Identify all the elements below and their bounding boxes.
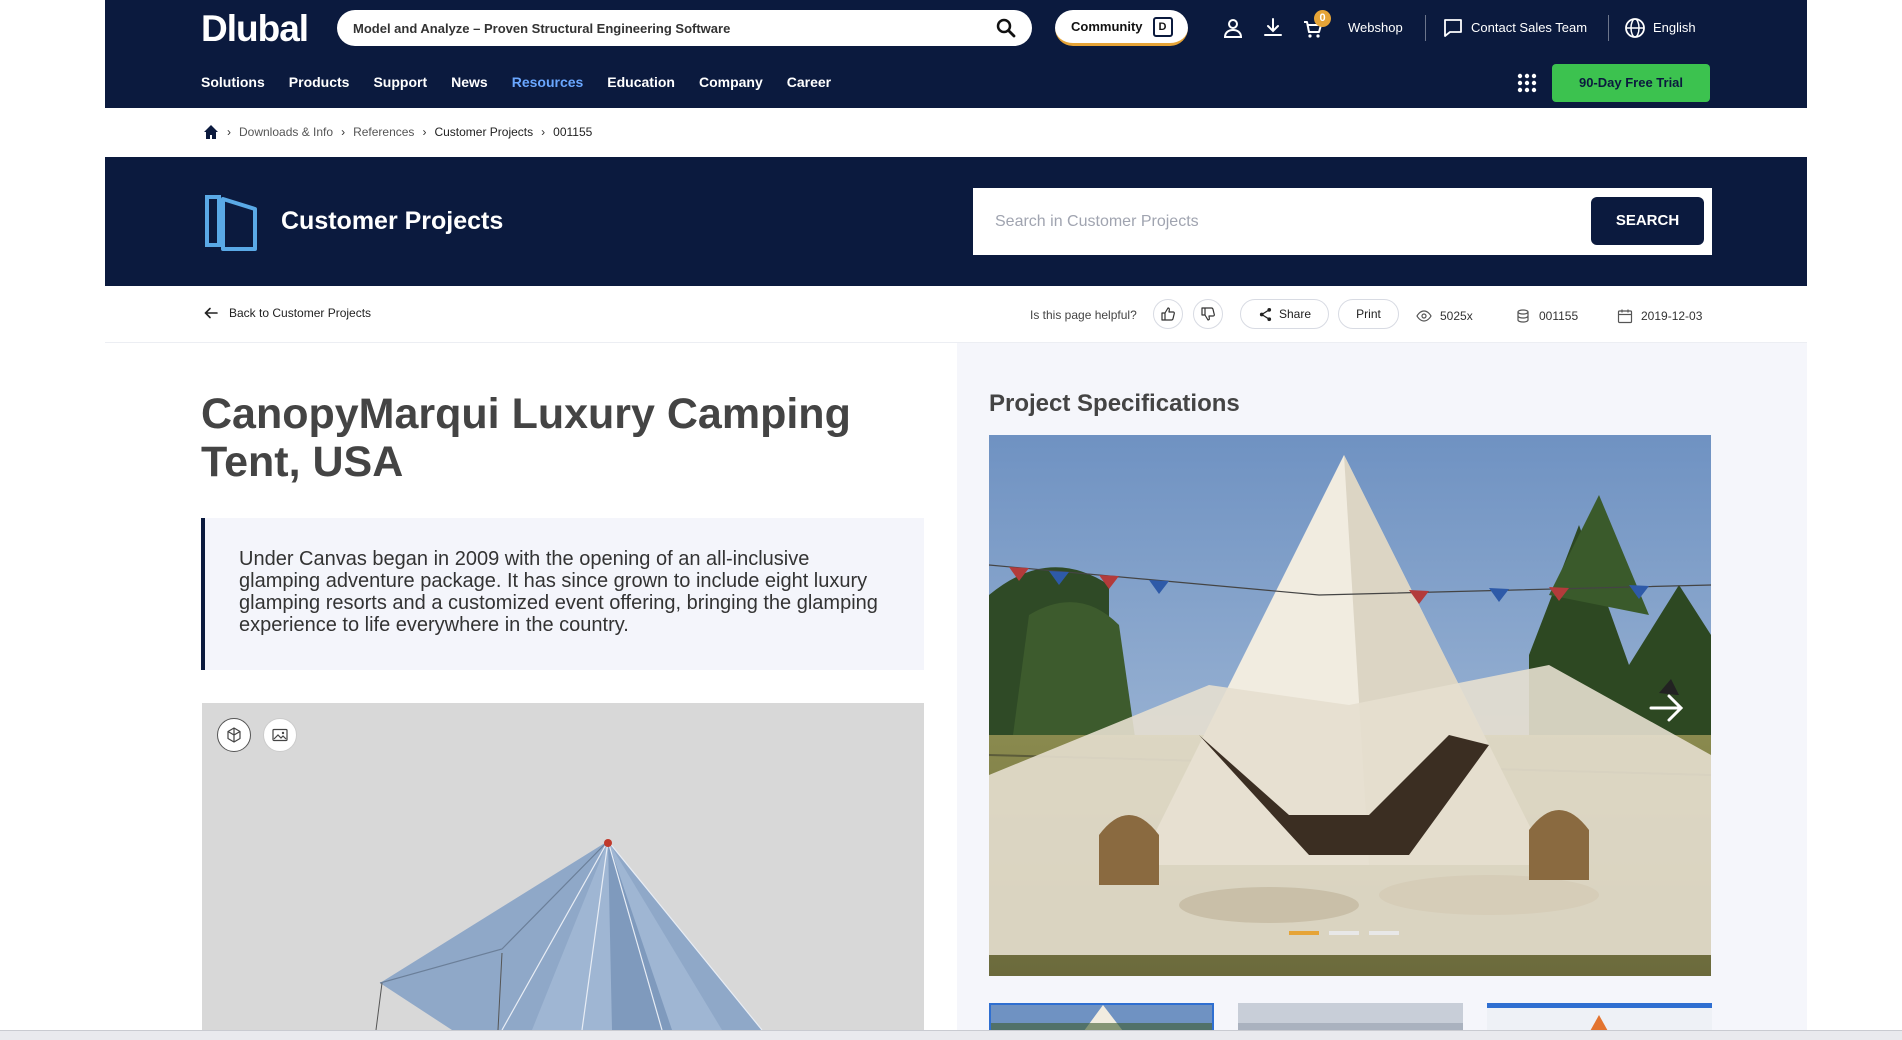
share-label: Share: [1278, 307, 1312, 321]
arrow-left-icon: [204, 307, 218, 319]
publish-date: 2019-12-03: [1617, 308, 1702, 324]
project-search: SEARCH: [973, 188, 1712, 255]
view-count-value: 5025x: [1440, 309, 1473, 323]
chevron-right-icon: ›: [227, 125, 231, 139]
photo-thumbnails: [989, 1003, 1712, 1033]
top-header: Dlubal Community D 0 Webshop Contact Sal…: [105, 0, 1807, 108]
database-icon: [1517, 309, 1529, 323]
thumbnail-image: [1487, 1003, 1712, 1033]
breadcrumb-references[interactable]: References: [353, 125, 414, 139]
thumbnail-3[interactable]: [1487, 1003, 1712, 1033]
browser-taskbar-edge: [0, 1030, 1902, 1040]
thumbnail-image: [1238, 1003, 1463, 1033]
nav-item-resources[interactable]: Resources: [512, 74, 584, 90]
logo[interactable]: Dlubal: [201, 8, 309, 50]
helpful-label: Is this page helpful?: [1030, 308, 1137, 322]
view-count: 5025x: [1416, 308, 1473, 324]
thumbs-down-button[interactable]: [1193, 299, 1223, 329]
chevron-right-icon: ›: [541, 125, 546, 139]
free-trial-button[interactable]: 90-Day Free Trial: [1552, 64, 1710, 102]
share-icon: [1259, 307, 1272, 321]
thumbnail-1[interactable]: [989, 1003, 1214, 1033]
nav-item-news[interactable]: News: [451, 74, 488, 90]
share-button[interactable]: Share: [1240, 299, 1329, 329]
specs-title: Project Specifications: [989, 390, 1240, 417]
thumbnail-image: [991, 1005, 1212, 1033]
page-toolbar: Back to Customer Projects Is this page h…: [105, 286, 1807, 343]
nav-item-solutions[interactable]: Solutions: [201, 74, 265, 90]
nav-item-products[interactable]: Products: [289, 74, 350, 90]
nav-item-education[interactable]: Education: [607, 74, 675, 90]
header-divider: [1425, 15, 1426, 41]
search-icon[interactable]: [996, 18, 1016, 38]
main-nav: Solutions Products Support News Resource…: [201, 74, 831, 90]
3d-view-button[interactable]: [217, 718, 251, 752]
nav-item-career[interactable]: Career: [787, 74, 831, 90]
chevron-right-icon: ›: [422, 125, 427, 139]
download-icon[interactable]: [1261, 16, 1285, 40]
home-icon[interactable]: [203, 124, 219, 140]
thumbs-up-icon: [1161, 307, 1175, 321]
nav-item-support[interactable]: Support: [373, 74, 427, 90]
nav-item-company[interactable]: Company: [699, 74, 763, 90]
print-label: Print: [1356, 307, 1381, 321]
tent-photo: [989, 435, 1711, 976]
image-icon: [272, 728, 288, 742]
apps-grid-icon[interactable]: [1516, 72, 1538, 94]
community-label: Community: [1071, 19, 1143, 34]
tent-3d-model: [375, 839, 763, 1030]
calendar-icon: [1617, 309, 1633, 324]
section-title: Customer Projects: [281, 207, 504, 235]
thumbs-up-button[interactable]: [1153, 299, 1183, 329]
community-button[interactable]: Community D: [1055, 10, 1188, 46]
breadcrumb: › Downloads & Info › References › Custom…: [203, 124, 592, 140]
cube-icon: [227, 727, 241, 743]
image-view-button[interactable]: [263, 718, 297, 752]
contact-sales-link[interactable]: Contact Sales Team: [1471, 20, 1587, 35]
project-photo-carousel[interactable]: [989, 435, 1711, 976]
print-button[interactable]: Print: [1338, 299, 1399, 329]
breadcrumb-downloads[interactable]: Downloads & Info: [239, 125, 333, 139]
project-id-value: 001155: [1539, 309, 1579, 323]
header-divider: [1608, 15, 1609, 41]
project-summary: Under Canvas began in 2009 with the open…: [201, 518, 924, 670]
project-search-input[interactable]: [995, 188, 1575, 255]
back-link[interactable]: Back to Customer Projects: [203, 305, 371, 321]
back-link-label: Back to Customer Projects: [229, 306, 372, 320]
global-search: [337, 10, 1032, 46]
language-selector[interactable]: English: [1653, 20, 1696, 35]
eye-icon: [1416, 310, 1432, 322]
page: Dlubal Community D 0 Webshop Contact Sal…: [105, 0, 1807, 1033]
globe-icon[interactable]: [1623, 16, 1647, 40]
user-icon[interactable]: [1221, 16, 1245, 40]
cart-count-badge: 0: [1314, 10, 1331, 27]
community-icon: D: [1152, 16, 1173, 37]
thumbs-down-icon: [1201, 307, 1215, 321]
books-icon: [205, 195, 257, 251]
global-search-input[interactable]: [353, 10, 973, 46]
publish-date-value: 2019-12-03: [1641, 309, 1703, 323]
project-title: CanopyMarqui Luxury Camping Tent, USA: [201, 390, 851, 486]
thumbnail-2[interactable]: [1238, 1003, 1463, 1033]
chevron-right-icon: ›: [341, 125, 346, 139]
chat-icon[interactable]: [1441, 16, 1465, 40]
model-viewer[interactable]: [202, 703, 924, 1030]
breadcrumb-current: 001155: [553, 125, 593, 139]
project-id: 001155: [1515, 308, 1578, 324]
section-banner: Customer Projects SEARCH: [105, 157, 1807, 286]
webshop-link[interactable]: Webshop: [1348, 20, 1403, 35]
search-button[interactable]: SEARCH: [1591, 197, 1704, 245]
breadcrumb-customer-projects[interactable]: Customer Projects: [434, 125, 533, 139]
